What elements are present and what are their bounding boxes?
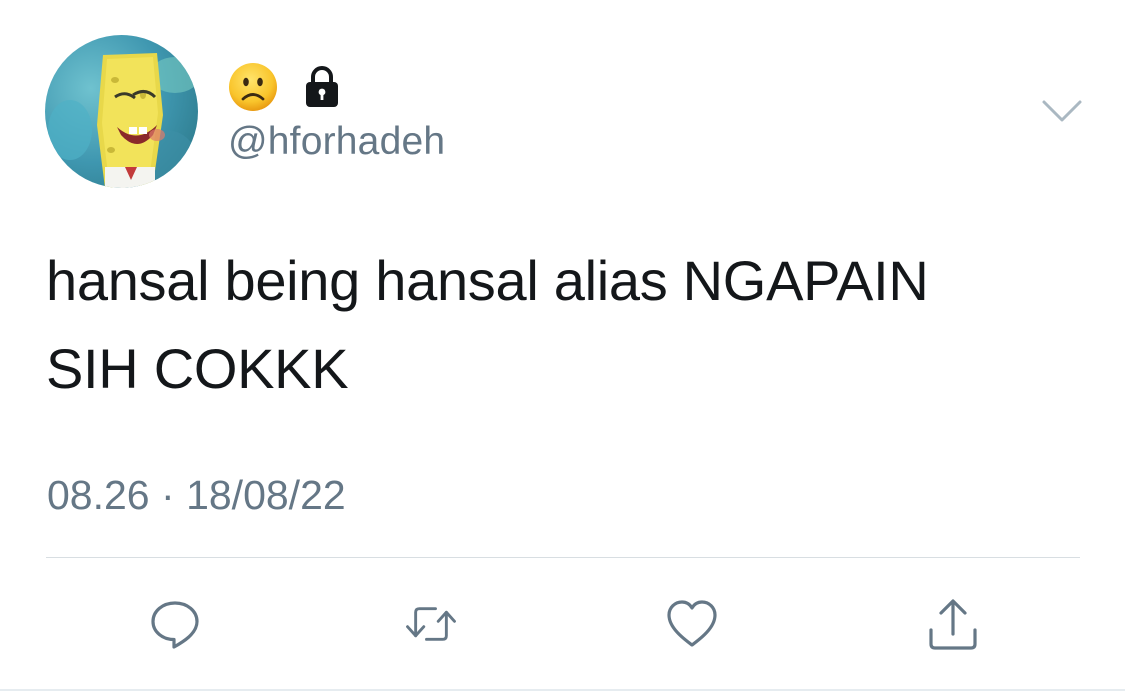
retweet-arrows-icon xyxy=(406,607,456,641)
like-button[interactable] xyxy=(664,596,720,652)
heart-icon xyxy=(667,600,717,647)
speech-bubble-icon xyxy=(151,601,199,649)
retweet-button[interactable] xyxy=(403,596,459,652)
tweet-card: @hforhadeh hansal being hansal alias NGA… xyxy=(0,0,1125,691)
divider xyxy=(46,557,1080,558)
share-button[interactable] xyxy=(925,596,981,652)
tweet-text: hansal being hansal alias NGAPAIN SIH CO… xyxy=(46,249,929,400)
meta-separator: · xyxy=(161,472,175,518)
share-upload-icon xyxy=(929,599,977,650)
user-handle[interactable]: @hforhadeh xyxy=(228,118,445,166)
display-name[interactable] xyxy=(228,62,344,112)
frowning-face-emoji-icon xyxy=(229,63,277,111)
chevron-down-icon[interactable] xyxy=(1040,96,1084,126)
lock-icon xyxy=(306,66,338,107)
avatar[interactable] xyxy=(45,35,198,188)
reply-button[interactable] xyxy=(147,596,203,652)
tweet-date: 18/08/22 xyxy=(186,472,346,518)
timestamp[interactable]: 08.26 · 18/08/22 xyxy=(47,470,346,520)
tweet-time: 08.26 xyxy=(47,472,150,518)
